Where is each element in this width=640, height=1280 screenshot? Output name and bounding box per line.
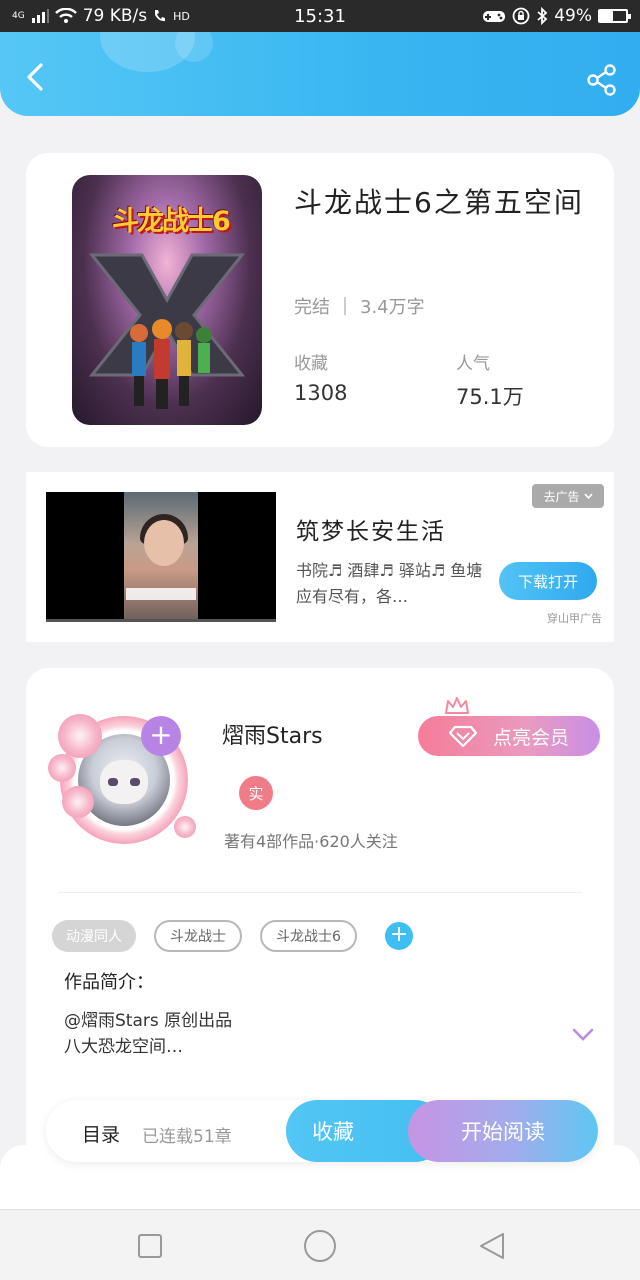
ad-video-frame [124,492,198,622]
flower-decoration [58,714,102,758]
ad-download-button[interactable]: 下载打开 [499,562,597,600]
chevron-left-icon[interactable] [22,62,52,92]
ad-person-face [144,520,184,566]
flower-decoration [62,786,94,818]
recent-apps-icon[interactable] [134,1230,166,1262]
header-bar [0,32,640,116]
chevron-down-icon[interactable] [572,1028,594,1042]
book-info-card: 斗龙战士6 斗龙战士6之第五空间 完结 3.4万字 收藏 1308 人气 75.… [26,153,614,447]
ad-description: 书院♬ 酒肆♬ 驿站♬ 鱼塘应有尽有，各… [296,561,483,606]
tag-item[interactable]: 斗龙战士 [154,920,242,952]
vip-label: 点亮会员 [492,726,569,749]
book-meta: 完结 3.4万字 [294,293,425,319]
meta-divider [344,297,346,315]
toc-button[interactable]: 目录 [82,1120,120,1147]
flower-decoration [48,754,76,782]
book-title: 斗龙战士6之第五空间 [294,186,584,219]
cover-characters [130,319,212,409]
avatar-eye [108,778,118,786]
status-bar: 4G 79 KB/s HD 15:31 49% [0,0,640,32]
divider [58,892,582,893]
crown-icon [445,697,469,714]
tag-item[interactable]: 斗龙战士6 [260,920,357,952]
ad-video[interactable] [46,492,276,622]
chevron-down-icon [583,493,593,499]
battery-icon [598,9,631,23]
popularity-label: 人气 [456,354,490,374]
start-reading-button[interactable]: 开始阅读 [408,1100,598,1162]
favorites-label: 收藏 [294,354,328,374]
system-nav-bar [0,1209,640,1280]
diamond-icon [448,725,477,747]
author-stats: 著有4部作品·620人关注 [224,832,398,851]
share-icon[interactable] [586,64,618,96]
clock: 15:31 [294,5,346,27]
flower-decoration [174,816,196,838]
serial-status: 已连载51章 [142,1127,232,1147]
ad-source: 穿山甲广告 [547,612,602,625]
author-name[interactable]: 熠雨Stars [222,718,323,750]
intro-label: 作品简介： [64,972,154,993]
add-tag-button[interactable]: + [384,922,413,950]
favorites-count: 1308 [294,381,348,405]
back-triangle-icon[interactable] [476,1230,508,1262]
vip-button[interactable]: 点亮会员 [418,716,600,756]
bottom-action-bar: 目录 已连载51章 收藏 开始阅读 [46,1100,598,1162]
ad-video-progress [46,619,276,622]
book-status: 完结 [294,297,330,318]
verified-badge: 实 [239,776,273,810]
avatar-eye [130,778,140,786]
follow-author-button[interactable]: + [141,716,181,756]
ad-title: 筑梦长安生活 [296,519,446,545]
intro-line: 八大恐龙空间… [64,1037,183,1057]
ad-banner[interactable]: 筑梦长安生活 书院♬ 酒肆♬ 驿站♬ 鱼塘应有尽有，各… 去广告 下载打开 穿山… [26,472,614,642]
home-icon[interactable] [302,1228,338,1264]
cover-title: 斗龙战士6 [112,206,231,237]
intro-line: @熠雨Stars 原创出品 [64,1011,233,1031]
tag-item[interactable]: 动漫同人 [52,920,136,952]
book-cover[interactable]: 斗龙战士6 [72,175,262,425]
book-word-count: 3.4万字 [360,297,425,318]
remove-ad-button[interactable]: 去广告 [532,484,604,508]
popularity-count: 75.1万 [456,385,524,409]
intro-text[interactable]: @熠雨Stars 原创出品 八大恐龙空间… [64,1008,232,1060]
tag-list: 动漫同人 斗龙战士 斗龙战士6 + [52,920,413,952]
remove-ad-label: 去广告 [543,489,580,504]
ad-video-caption [126,588,196,600]
